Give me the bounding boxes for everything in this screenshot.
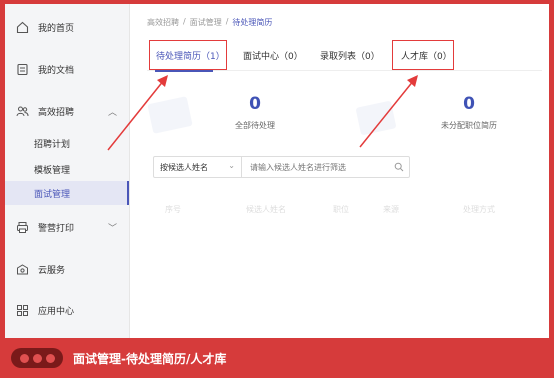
app-window: 我的首页 我的文档 高效招聘 ︿ 招聘计划 模板管理 面试管理 警营打印 ﹀ 云… <box>5 4 549 338</box>
caption-text: 面试管理-待处理简历/人才库 <box>73 352 227 366</box>
caption-bar: 面试管理-待处理简历/人才库 <box>0 338 554 378</box>
annotation-arrows <box>107 75 418 151</box>
dots-icon <box>11 348 63 368</box>
